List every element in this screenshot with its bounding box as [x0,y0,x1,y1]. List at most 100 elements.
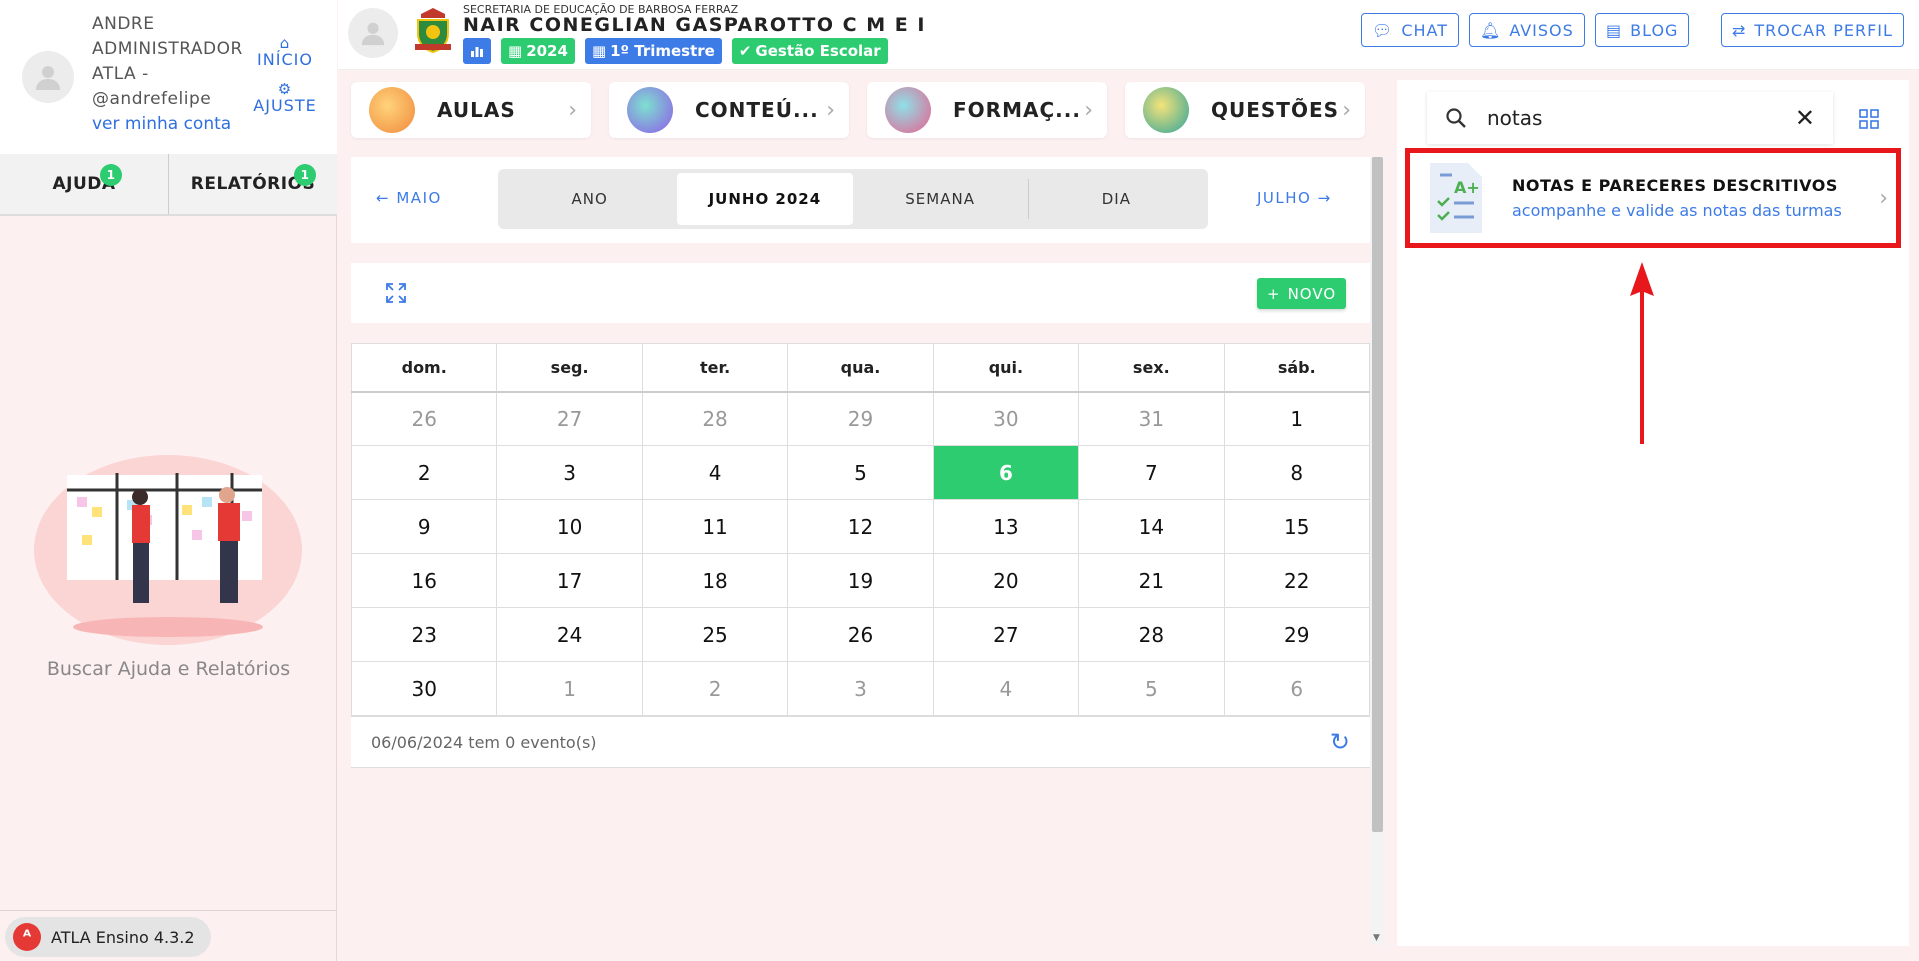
calendar-day-cell[interactable]: 26 [787,607,934,662]
calendar-day-cell[interactable]: 28 [641,391,789,446]
calendar-day-cell[interactable]: 4 [932,661,1080,716]
calendar-day-cell[interactable]: 9 [350,499,498,554]
calendar-day-cell[interactable]: 2 [641,661,789,716]
expand-icon[interactable] [384,281,408,305]
calendar-day-cell[interactable]: 25 [641,607,789,662]
weekday-header: sex. [1078,343,1225,393]
feature-card-questions[interactable]: QUESTÕES › [1125,82,1365,138]
calendar-day-cell[interactable]: 31 [1078,391,1225,446]
search-result-grades[interactable]: A+ NOTAS E PARECERES DESCRITIVOS acompan… [1405,148,1901,248]
year-chip[interactable]: ▦ 2024 [501,38,575,64]
scrollbar-thumb[interactable] [1372,157,1383,832]
management-chip[interactable]: ✔ Gestão Escolar [731,38,888,64]
new-event-button[interactable]: + NOVO [1257,278,1347,309]
calendar-scrollbar[interactable]: ▼ [1370,157,1385,945]
weekday-header: seg. [496,343,643,393]
search-input[interactable] [1487,106,1795,130]
prev-month-button[interactable]: ← MAIO [376,189,442,207]
help-illustration [34,455,302,645]
calendar-day-cell[interactable]: 23 [350,607,498,662]
view-month-button[interactable]: JUNHO 2024 [677,173,853,225]
calendar-day-cell[interactable]: 21 [1078,553,1225,608]
switch-profile-label: TROCAR PERFIL [1754,20,1893,40]
calendar-day-cell[interactable]: 30 [350,661,498,716]
calendar-day-cell[interactable]: 27 [932,607,1080,662]
refresh-icon[interactable]: ↻ [1330,728,1350,756]
user-icon [361,22,385,46]
calendar-day-cell[interactable]: 11 [641,499,789,554]
calendar-day-cell[interactable]: 5 [787,445,934,500]
calendar-day-cell[interactable]: 6 [932,445,1080,500]
calendar-day-cell[interactable]: 15 [1223,499,1371,554]
tab-help[interactable]: AJUDA 1 [0,154,169,214]
calendar-day-cell[interactable]: 17 [496,553,643,608]
my-account-link[interactable]: ver minha conta [92,114,231,134]
calendar-day-cell[interactable]: 30 [932,391,1080,446]
calendar-day-cell[interactable]: 16 [350,553,498,608]
calendar-day-cell[interactable]: 24 [496,607,643,662]
tab-reports[interactable]: RELATÓRIOS 1 [169,154,337,214]
blog-button[interactable]: ▤ BLOG [1595,13,1690,47]
calendar-day-cell[interactable]: 1 [496,661,643,716]
school-avatar[interactable] [348,8,398,58]
view-day-button[interactable]: DIA [1029,173,1204,225]
calendar-day-cell[interactable]: 27 [496,391,643,446]
grid-view-icon[interactable] [1858,108,1880,130]
scroll-down-icon[interactable]: ▼ [1373,933,1380,943]
calendar-day-cell[interactable]: 20 [932,553,1080,608]
calendar-day-cell[interactable]: 29 [1223,607,1371,662]
switch-profile-button[interactable]: ⇄ TROCAR PERFIL [1721,13,1904,47]
user-avatar[interactable] [22,51,74,103]
term-chip[interactable]: ▦ 1º Trimestre [584,38,722,64]
calendar-day-cell[interactable]: 3 [496,445,643,500]
calendar-day-cell[interactable]: 14 [1078,499,1225,554]
search-box: ✕ [1427,92,1833,144]
stats-chip[interactable] [463,38,491,64]
svg-text:A+: A+ [1454,178,1480,197]
calendar-day-cell[interactable]: 7 [1078,445,1225,500]
calendar-day-cell[interactable]: 29 [787,391,934,446]
calendar-day-cell[interactable]: 4 [641,445,789,500]
weekday-header-row: dom. seg. ter. qua. qui. sex. sáb. [350,343,1371,393]
chevron-right-icon: › [1084,97,1093,123]
next-month-button[interactable]: JULHO → [1257,189,1332,207]
calendar-day-cell[interactable]: 6 [1223,661,1371,716]
chat-button[interactable]: 💬︎ CHAT [1361,13,1459,47]
calendar-day-cell[interactable]: 8 [1223,445,1371,500]
calendar-day-cell[interactable]: 12 [787,499,934,554]
questions-icon [1143,87,1189,133]
search-panel: ✕ A+ NOTAS E PARECERES DESCRITIVOS acomp… [1397,80,1909,946]
version-badge[interactable]: ᴬ ATLA Ensino 4.3.2 [5,917,211,957]
user-name: ANDRE ADMINISTRADOR ATLA - @andrefelipe [92,14,243,109]
notices-button[interactable]: 🔔︎ AVISOS [1469,13,1585,47]
reports-count-badge: 1 [294,164,316,186]
calendar-day-cell[interactable]: 1 [1223,391,1371,446]
feature-card-lessons[interactable]: AULAS › [351,82,591,138]
arrow-right-icon: → [1317,189,1332,207]
home-nav-button[interactable]: ⌂ INÍCIO [250,36,320,70]
city-crest-icon [415,8,451,54]
view-year-button[interactable]: ANO [502,173,677,225]
chevron-right-icon: › [826,97,835,123]
calendar-day-cell[interactable]: 18 [641,553,789,608]
view-week-button[interactable]: SEMANA [853,173,1028,225]
calendar-week-row: 16 17 18 19 20 21 22 [350,553,1371,608]
calendar-week-row: 30 1 2 3 4 5 6 [350,661,1371,716]
calendar-day-cell[interactable]: 19 [787,553,934,608]
calendar-day-cell[interactable]: 28 [1078,607,1225,662]
weekday-header: qui. [932,343,1080,393]
feature-card-content[interactable]: CONTEÚ... › [609,82,849,138]
feature-card-training[interactable]: FORMAÇ... › [867,82,1107,138]
search-icon [1446,108,1466,128]
calendar-day-cell[interactable]: 3 [787,661,934,716]
settings-nav-button[interactable]: ⚙ AJUSTE [250,82,320,116]
help-count-badge: 1 [100,164,122,186]
calendar-day-cell[interactable]: 5 [1078,661,1225,716]
calendar-day-cell[interactable]: 10 [496,499,643,554]
calendar-day-cell[interactable]: 2 [350,445,498,500]
calendar-day-cell[interactable]: 22 [1223,553,1371,608]
notices-button-label: AVISOS [1509,20,1574,40]
close-icon[interactable]: ✕ [1795,104,1815,132]
calendar-day-cell[interactable]: 26 [350,391,498,446]
calendar-day-cell[interactable]: 13 [932,499,1080,554]
